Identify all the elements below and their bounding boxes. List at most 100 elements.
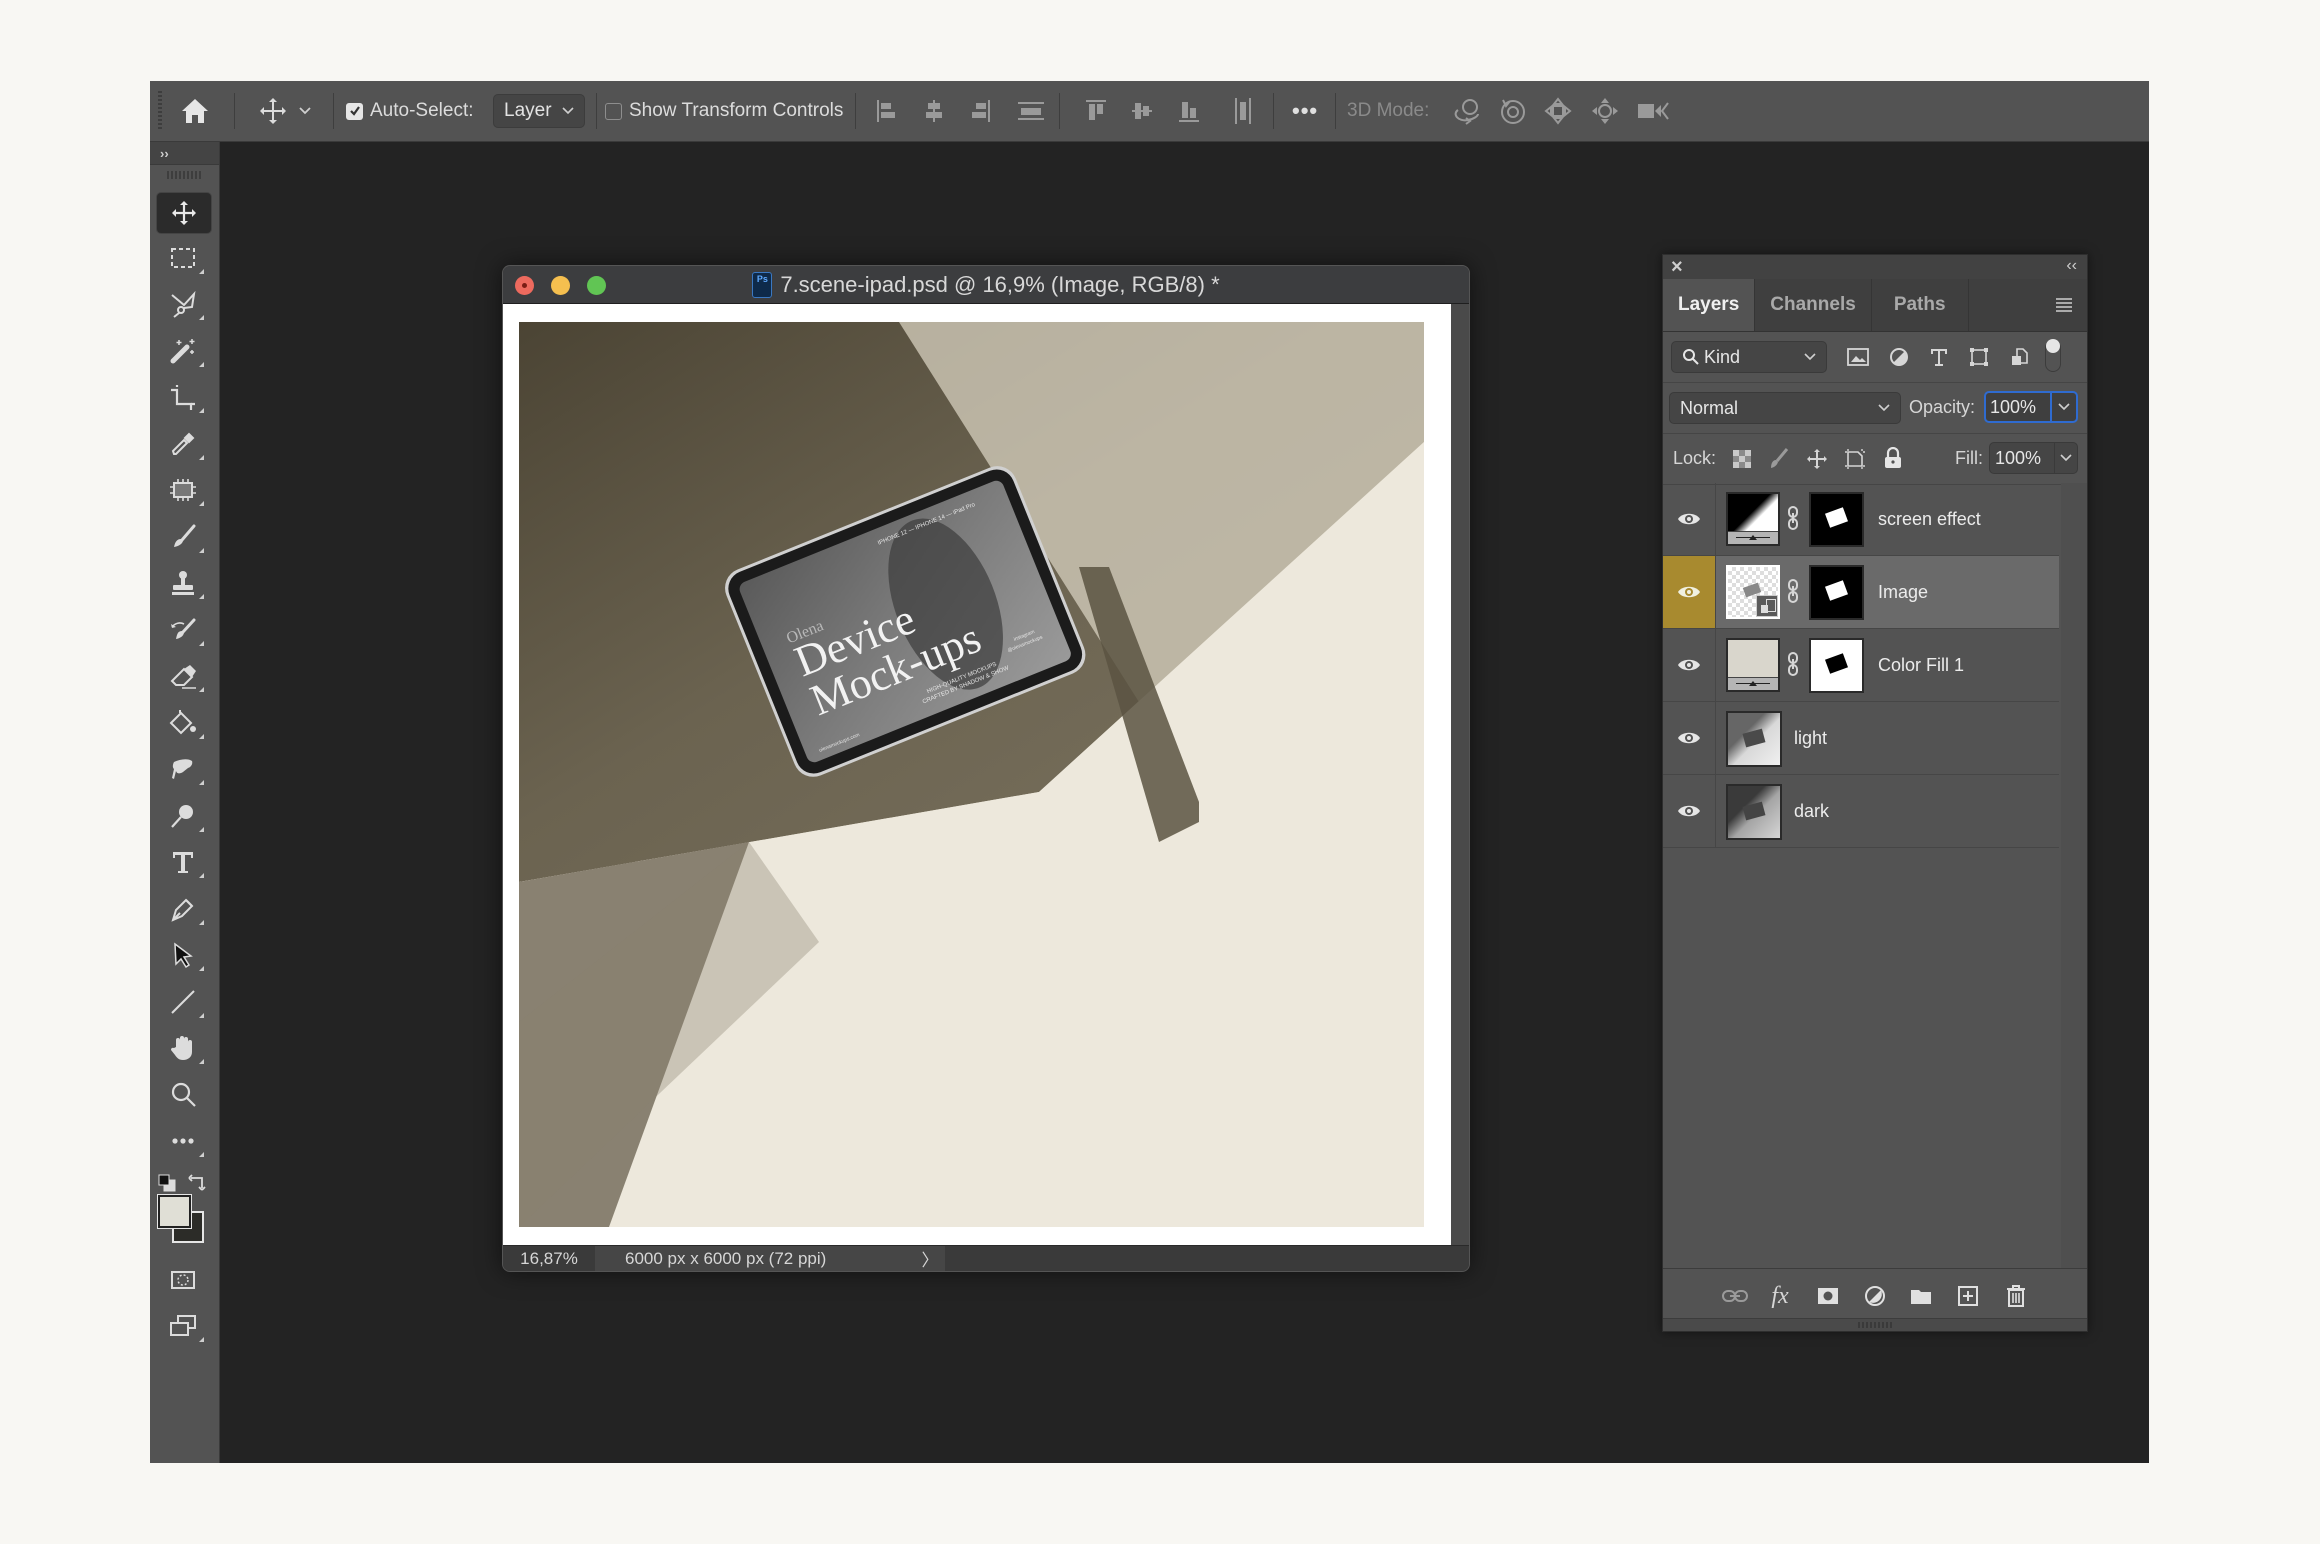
tool-frame[interactable] [156, 470, 210, 510]
opacity-dropdown-button[interactable] [2050, 393, 2076, 421]
zoom-window-button[interactable] [587, 276, 606, 295]
tool-edit-toolbar[interactable] [156, 1121, 210, 1161]
lock-transparent-pixels-icon[interactable] [1732, 449, 1752, 469]
default-colors-button[interactable] [158, 1174, 176, 1192]
tool-clone-stamp[interactable] [156, 563, 210, 603]
filter-toggle[interactable] [2045, 339, 2061, 372]
mask-link-icon[interactable] [1786, 506, 1800, 530]
layer-row[interactable]: screen effect [1663, 483, 2059, 556]
layer-mask-thumbnail[interactable] [1809, 565, 1864, 620]
more-options-button[interactable]: ••• [1292, 81, 1318, 141]
document-title-bar[interactable]: Ps 7.scene-ipad.psd @ 16,9% (Image, RGB/… [503, 266, 1469, 304]
tool-polygonal-lasso[interactable] [156, 284, 210, 324]
tool-crop[interactable] [156, 377, 210, 417]
expand-tools-button[interactable]: ›› [150, 142, 219, 165]
tool-rectangular-marquee[interactable] [156, 238, 210, 278]
align-bottom-button[interactable] [1177, 81, 1201, 141]
filter-smart-object-icon[interactable] [2009, 347, 2029, 367]
visibility-toggle[interactable] [1663, 629, 1716, 701]
visibility-toggle[interactable] [1663, 556, 1716, 628]
delete-layer-button[interactable] [2001, 1281, 2031, 1311]
quick-mask-button[interactable] [156, 1260, 210, 1300]
lock-all-icon[interactable] [1883, 447, 1903, 469]
tool-pen[interactable] [156, 889, 210, 929]
3d-orbit-button[interactable] [1450, 81, 1484, 141]
layer-row[interactable]: dark [1663, 775, 2059, 848]
tool-history-brush[interactable] [156, 610, 210, 650]
tool-line[interactable] [156, 982, 210, 1022]
canvas-area[interactable]: Olena Device Mock-ups IPHONE 12 — IPHONE… [503, 304, 1451, 1246]
layer-style-fx-button[interactable]: fx [1765, 1281, 1795, 1311]
layers-scrollbar[interactable] [2061, 483, 2087, 1268]
lock-position-icon[interactable] [1806, 448, 1828, 470]
auto-select-dropdown[interactable]: Layer [493, 94, 585, 128]
align-horizontal-center-button[interactable] [922, 81, 946, 141]
status-menu-arrow[interactable]: 〉 [915, 1246, 945, 1271]
close-window-button[interactable] [515, 276, 534, 295]
tool-eyedropper[interactable] [156, 424, 210, 464]
layer-mask-thumbnail[interactable] [1809, 638, 1864, 693]
visibility-toggle[interactable] [1663, 483, 1716, 555]
move-tool-preset-button[interactable] [258, 81, 312, 141]
new-group-button[interactable] [1906, 1281, 1936, 1311]
3d-pan-button[interactable] [1543, 81, 1573, 141]
distribute-horizontal-button[interactable] [1233, 81, 1253, 141]
tab-paths[interactable]: Paths [1872, 279, 1969, 331]
checkbox-checked[interactable] [346, 102, 363, 120]
link-layers-button[interactable] [1720, 1281, 1750, 1311]
collapse-panel-button[interactable]: ‹‹ [2066, 257, 2077, 275]
screen-mode-button[interactable] [156, 1306, 210, 1346]
filter-shape-icon[interactable] [1969, 347, 1989, 367]
visibility-toggle[interactable] [1663, 775, 1716, 847]
align-vertical-center-button[interactable] [1130, 81, 1154, 141]
mask-link-icon[interactable] [1786, 579, 1800, 603]
tool-eraser[interactable] [156, 656, 210, 696]
align-left-button[interactable] [875, 81, 899, 141]
home-button[interactable] [180, 81, 210, 141]
auto-select-checkbox[interactable]: Auto-Select: [346, 81, 474, 141]
filter-adjustment-icon[interactable] [1889, 347, 1909, 367]
close-panel-button[interactable]: × [1671, 256, 1683, 279]
zoom-level-field[interactable]: 16,87% [503, 1246, 595, 1271]
fill-dropdown-button[interactable] [2054, 443, 2077, 473]
lock-artboard-icon[interactable] [1844, 448, 1866, 470]
tab-layers[interactable]: Layers [1663, 279, 1756, 331]
layer-mask-thumbnail[interactable] [1809, 492, 1864, 547]
checkbox-unchecked[interactable] [605, 102, 622, 120]
minimize-window-button[interactable] [551, 276, 570, 295]
vertical-scrollbar[interactable] [1451, 304, 1469, 1246]
lock-image-pixels-icon[interactable] [1769, 448, 1789, 470]
filter-type-icon[interactable] [1929, 347, 1949, 367]
tool-magic-wand[interactable] [156, 331, 210, 371]
tool-hand[interactable] [156, 1028, 210, 1068]
layer-row[interactable]: light [1663, 702, 2059, 775]
tool-type[interactable] [156, 842, 210, 882]
3d-scale-button[interactable] [1636, 81, 1670, 141]
filter-kind-dropdown[interactable]: Kind [1671, 341, 1827, 373]
tool-zoom[interactable] [156, 1075, 210, 1115]
tool-dodge[interactable] [156, 796, 210, 836]
layer-row-selected[interactable]: Image [1663, 556, 2059, 629]
mask-link-icon[interactable] [1786, 652, 1800, 676]
fill-input[interactable]: 100% [1989, 442, 2078, 474]
show-transform-controls-checkbox[interactable]: Show Transform Controls [605, 81, 843, 141]
document-canvas[interactable]: Olena Device Mock-ups IPHONE 12 — IPHONE… [519, 322, 1424, 1227]
visibility-toggle[interactable] [1663, 702, 1716, 774]
tool-brush[interactable] [156, 517, 210, 557]
align-top-button[interactable] [1084, 81, 1108, 141]
3d-slide-button[interactable] [1590, 81, 1620, 141]
blend-mode-dropdown[interactable]: Normal [1669, 392, 1901, 424]
options-bar-grip[interactable] [158, 91, 162, 131]
tool-smudge[interactable] [156, 749, 210, 789]
swap-colors-button[interactable] [188, 1172, 208, 1192]
foreground-color-swatch[interactable] [157, 1194, 192, 1229]
layers-panel-header[interactable]: × ‹‹ [1663, 255, 2087, 279]
tool-path-selection[interactable] [156, 935, 210, 975]
new-adjustment-layer-button[interactable] [1860, 1281, 1890, 1311]
tools-panel-grip[interactable] [166, 171, 203, 179]
3d-roll-button[interactable] [1498, 81, 1528, 141]
panel-resize-grip[interactable] [1663, 1318, 2087, 1331]
tab-channels[interactable]: Channels [1755, 279, 1872, 331]
tool-paint-bucket[interactable] [156, 703, 210, 743]
add-mask-button[interactable] [1813, 1281, 1843, 1311]
